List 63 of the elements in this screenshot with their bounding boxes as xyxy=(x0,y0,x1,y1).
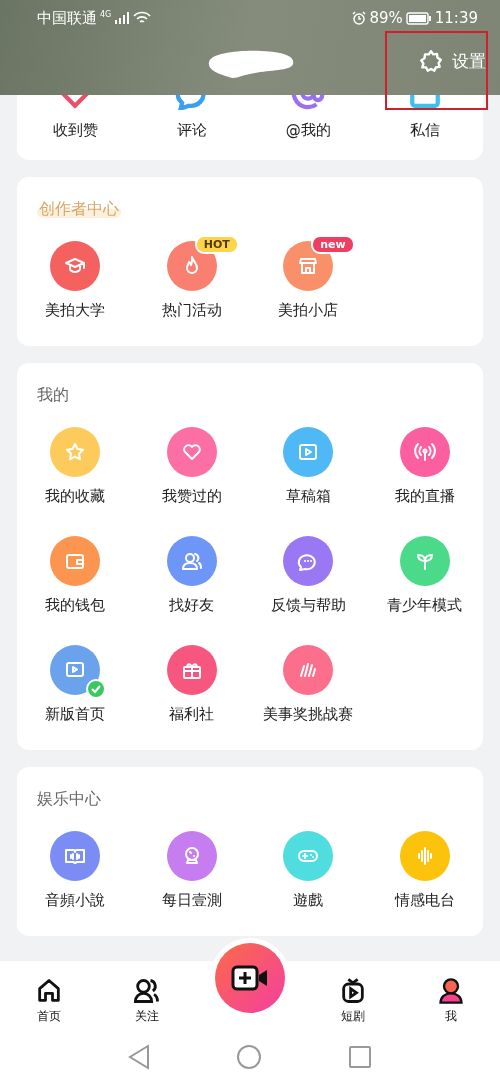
home-circle-icon[interactable] xyxy=(236,1044,262,1070)
menu-item[interactable]: 美事奖挑战赛 xyxy=(263,705,354,724)
wifi-icon xyxy=(133,11,152,25)
settings-icon xyxy=(418,48,444,75)
menu-item[interactable]: 遊戲 xyxy=(293,891,324,910)
people-icon xyxy=(133,977,161,1005)
menu-item[interactable]: 美拍小店 xyxy=(278,301,339,320)
tab[interactable]: 首页 xyxy=(19,977,79,1025)
sprout-icon[interactable] xyxy=(399,536,450,586)
gift-icon[interactable] xyxy=(166,645,217,695)
message-category-item[interactable]: 收到赞 xyxy=(52,121,98,140)
sound-wave-icon[interactable] xyxy=(399,831,450,881)
section-title: 娱乐中心 xyxy=(37,789,101,808)
wallet-icon[interactable] xyxy=(50,536,101,586)
tab[interactable]: 短剧 xyxy=(323,977,383,1025)
menu-item[interactable]: 美拍大学 xyxy=(45,301,106,320)
section-title: 创作者中心 xyxy=(37,199,121,218)
menu-item[interactable]: 我赞过的 xyxy=(161,487,222,506)
menu-item[interactable]: 找好友 xyxy=(169,596,215,615)
menu-item[interactable]: 青少年模式 xyxy=(387,596,463,615)
menu-item[interactable]: 福利社 xyxy=(169,705,215,724)
play-screen-icon[interactable] xyxy=(50,645,101,695)
graduation-cap-icon[interactable] xyxy=(50,241,101,291)
battery-icon xyxy=(405,11,432,25)
video-camera-icon xyxy=(230,963,270,993)
menu-item[interactable]: 草稿箱 xyxy=(285,487,331,506)
tab[interactable]: 关注 xyxy=(117,977,177,1025)
section-title: 我的 xyxy=(37,385,69,404)
carrier-text: 中国联通 xyxy=(37,8,97,28)
battery-percent: 89% xyxy=(369,9,403,27)
tab[interactable]: 我 xyxy=(421,977,481,1025)
home-icon xyxy=(35,977,63,1005)
menu-item[interactable]: 我的钱包 xyxy=(45,596,106,615)
menu-item[interactable]: 每日壹測 xyxy=(161,891,222,910)
broadcast-icon[interactable] xyxy=(399,427,450,477)
alarm-icon xyxy=(352,11,367,25)
badge: new xyxy=(311,235,355,254)
tv-play-icon xyxy=(339,977,367,1005)
badge: HOT xyxy=(194,235,239,254)
recent-apps-icon[interactable] xyxy=(348,1045,372,1069)
menu-item[interactable]: 音頻小說 xyxy=(45,891,106,910)
profile-icon xyxy=(437,977,465,1005)
menu-item[interactable]: 我的收藏 xyxy=(45,487,106,506)
menu-item[interactable]: 新版首页 xyxy=(45,705,106,724)
signal-icon xyxy=(114,12,131,24)
stripes-icon[interactable] xyxy=(283,645,334,695)
menu-item[interactable]: 热门活动 xyxy=(161,301,222,320)
clock-time: 11:39 xyxy=(434,9,478,27)
crystal-ball-icon[interactable] xyxy=(166,831,217,881)
play-box-icon[interactable] xyxy=(283,427,334,477)
friends-icon[interactable] xyxy=(166,536,217,586)
message-category-item[interactable]: @我的 xyxy=(285,121,331,140)
menu-item[interactable]: 反馈与帮助 xyxy=(270,596,346,615)
network-type-text: 4G xyxy=(100,10,112,19)
menu-item[interactable]: 情感电台 xyxy=(394,891,455,910)
message-category-item[interactable]: 评论 xyxy=(176,121,207,140)
back-icon[interactable] xyxy=(128,1044,150,1070)
settings-button[interactable]: 设置 xyxy=(418,48,486,75)
open-book-icon[interactable] xyxy=(50,831,101,881)
menu-item[interactable]: 我的直播 xyxy=(394,487,455,506)
gamepad-icon[interactable] xyxy=(283,831,334,881)
chat-bubble-icon[interactable] xyxy=(283,536,334,586)
message-category-item[interactable]: 私信 xyxy=(409,121,440,140)
